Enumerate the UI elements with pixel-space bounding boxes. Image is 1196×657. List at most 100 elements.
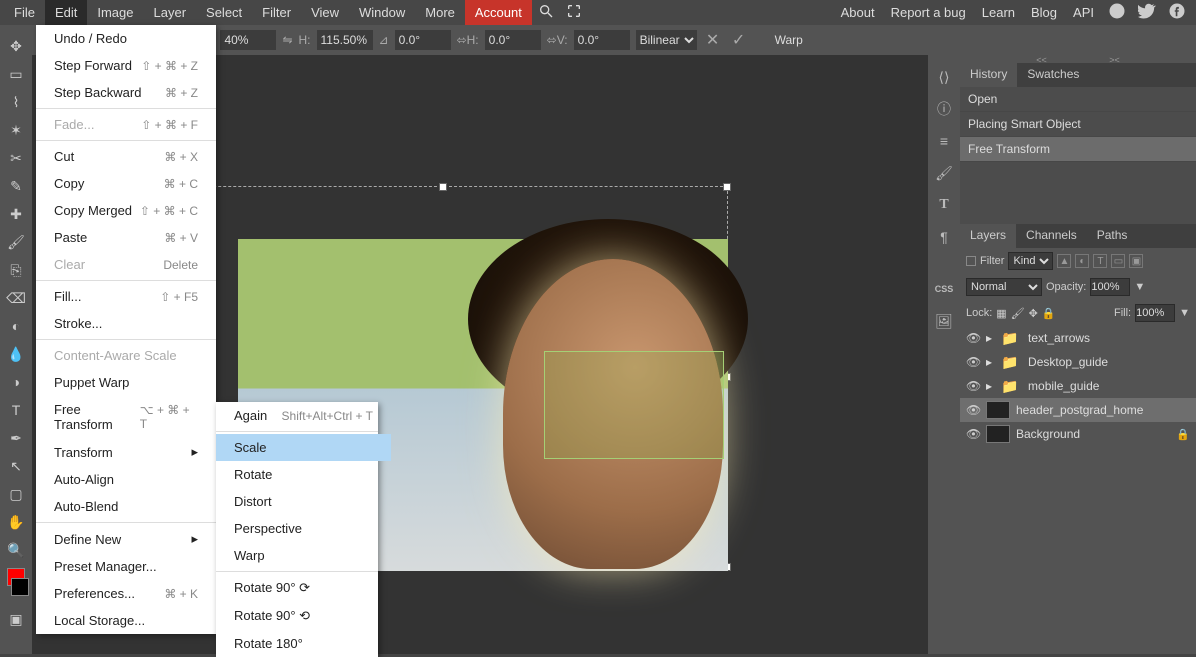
tab-paths[interactable]: Paths: [1087, 224, 1138, 248]
transform-menu-item[interactable]: Perspective: [216, 515, 391, 542]
layer-visibility-icon[interactable]: 👁: [966, 403, 980, 417]
pen-tool-icon[interactable]: ✒: [2, 425, 30, 451]
link-api[interactable]: API: [1065, 0, 1102, 25]
lock-paint-icon[interactable]: 🖌: [1011, 307, 1025, 320]
clone-tool-icon[interactable]: ⎘: [2, 257, 30, 283]
layer-visibility-icon[interactable]: 👁: [966, 331, 980, 345]
edit-menu-item[interactable]: Content-Aware Scale: [36, 342, 216, 369]
paragraph-panel-icon[interactable]: ¶: [932, 225, 956, 249]
edit-menu-item[interactable]: Step Forward⇧ + ⌘ + Z: [36, 52, 216, 79]
edit-menu-item[interactable]: Fade...⇧ + ⌘ + F: [36, 111, 216, 138]
link-learn[interactable]: Learn: [974, 0, 1023, 25]
edit-menu-item[interactable]: Undo / Redo: [36, 25, 216, 52]
menu-window[interactable]: Window: [349, 0, 415, 25]
layer-row[interactable]: 👁Background🔒: [960, 422, 1196, 446]
transform-menu-item[interactable]: Rotate 180°: [216, 630, 391, 657]
handle-n[interactable]: [439, 183, 447, 191]
layer-visibility-icon[interactable]: 👁: [966, 379, 980, 393]
align-panel-icon[interactable]: ≡: [932, 129, 956, 153]
layer-name[interactable]: Background: [1016, 427, 1080, 441]
menu-view[interactable]: View: [301, 0, 349, 25]
crop-tool-icon[interactable]: ✂: [2, 145, 30, 171]
brush-tool-icon[interactable]: 🖌: [2, 229, 30, 255]
menu-more[interactable]: More: [415, 0, 465, 25]
edit-menu-item[interactable]: Stroke...: [36, 310, 216, 337]
move-tool-icon[interactable]: ✥: [2, 33, 30, 59]
layer-name[interactable]: Desktop_guide: [1028, 355, 1108, 369]
height-input[interactable]: [317, 30, 373, 50]
fill-flyout-icon[interactable]: ▼: [1179, 307, 1190, 319]
layer-row[interactable]: 👁header_postgrad_home: [960, 398, 1196, 422]
tab-layers[interactable]: Layers: [960, 224, 1016, 248]
transform-menu-item[interactable]: Rotate 90° ⟲: [216, 602, 391, 630]
thumbnail-panel-icon[interactable]: 🖼: [932, 309, 956, 333]
strip-collapse-icon[interactable]: ⟨⟩: [932, 65, 956, 89]
lock-move-icon[interactable]: ✥: [1029, 307, 1038, 320]
info-panel-icon[interactable]: ⓘ: [932, 97, 956, 121]
search-icon[interactable]: [532, 0, 560, 26]
filter-type-icons[interactable]: ▲ ◐ T ▭ ▣: [1057, 254, 1143, 268]
history-item[interactable]: Free Transform: [960, 137, 1196, 162]
path-select-tool-icon[interactable]: ↖: [2, 453, 30, 479]
layer-row[interactable]: 👁▸📁text_arrows: [960, 326, 1196, 350]
link-about[interactable]: About: [833, 0, 883, 25]
rect-select-tool-icon[interactable]: ▭: [2, 61, 30, 87]
edit-menu-item[interactable]: Auto-Align: [36, 466, 216, 493]
fullscreen-icon[interactable]: [560, 0, 588, 26]
filter-type-icon[interactable]: T: [1093, 254, 1107, 268]
layer-thumbnail[interactable]: [986, 401, 1010, 419]
edit-menu-item[interactable]: Local Storage...: [36, 607, 216, 634]
transform-menu-item[interactable]: AgainShift+Alt+Ctrl + T: [216, 402, 391, 429]
css-panel-icon[interactable]: CSS: [932, 277, 956, 301]
layer-row[interactable]: 👁▸📁Desktop_guide: [960, 350, 1196, 374]
filter-pixel-icon[interactable]: ▲: [1057, 254, 1071, 268]
menu-file[interactable]: File: [4, 0, 45, 25]
layer-name[interactable]: text_arrows: [1028, 331, 1090, 345]
facebook-icon[interactable]: [1162, 0, 1192, 27]
transform-menu-item[interactable]: Rotate 90° ⟳: [216, 574, 391, 602]
menu-filter[interactable]: Filter: [252, 0, 301, 25]
character-panel-icon[interactable]: T: [932, 193, 956, 217]
handle-ne[interactable]: [723, 183, 731, 191]
dodge-tool-icon[interactable]: ◑: [2, 369, 30, 395]
transform-menu-item[interactable]: Rotate: [216, 461, 391, 488]
edit-menu-item[interactable]: Fill...⇧ + F5: [36, 283, 216, 310]
filter-toggle[interactable]: [966, 256, 976, 266]
hand-tool-icon[interactable]: ✋: [2, 509, 30, 535]
lock-all-icon[interactable]: 🔒: [1042, 307, 1056, 320]
menu-select[interactable]: Select: [196, 0, 252, 25]
menu-layer[interactable]: Layer: [144, 0, 197, 25]
edit-menu-item[interactable]: Step Backward⌘ + Z: [36, 79, 216, 106]
wand-tool-icon[interactable]: ✶: [2, 117, 30, 143]
edit-menu-item[interactable]: Copy⌘ + C: [36, 170, 216, 197]
commit-transform-icon[interactable]: ✓: [729, 30, 749, 50]
link-blog[interactable]: Blog: [1023, 0, 1065, 25]
transform-menu-item[interactable]: Distort: [216, 488, 391, 515]
lasso-tool-icon[interactable]: ⌇: [2, 89, 30, 115]
folder-toggle-icon[interactable]: ▸: [986, 331, 992, 345]
edit-menu-item[interactable]: Preset Manager...: [36, 553, 216, 580]
tab-channels[interactable]: Channels: [1016, 224, 1087, 248]
transform-menu-item[interactable]: Scale: [216, 434, 391, 461]
filter-smart-icon[interactable]: ▣: [1129, 254, 1143, 268]
filter-adjust-icon[interactable]: ◐: [1075, 254, 1089, 268]
panel-collapse-icon[interactable]: << ><: [960, 55, 1196, 63]
layer-row[interactable]: 👁▸📁mobile_guide: [960, 374, 1196, 398]
link-wh-icon[interactable]: ⇋: [282, 33, 292, 47]
lock-trans-icon[interactable]: ▦: [996, 307, 1006, 320]
edit-menu-item[interactable]: Preferences...⌘ + K: [36, 580, 216, 607]
reddit-icon[interactable]: [1102, 0, 1132, 27]
skew-v-input[interactable]: [574, 30, 630, 50]
edit-menu-item[interactable]: Free Transform⌥ + ⌘ + T: [36, 396, 216, 438]
cancel-transform-icon[interactable]: ✕: [703, 30, 723, 50]
zoom-tool-icon[interactable]: 🔍: [2, 537, 30, 563]
history-item[interactable]: Placing Smart Object: [960, 112, 1196, 137]
brush-panel-icon[interactable]: 🖌: [932, 161, 956, 185]
filter-kind-select[interactable]: Kind: [1008, 252, 1053, 270]
gradient-tool-icon[interactable]: ◐: [2, 313, 30, 339]
link-report-bug[interactable]: Report a bug: [883, 0, 974, 25]
tab-swatches[interactable]: Swatches: [1017, 63, 1089, 87]
edit-menu-item[interactable]: Auto-Blend: [36, 493, 216, 520]
quickmask-icon[interactable]: ▣: [2, 606, 30, 632]
blur-tool-icon[interactable]: 💧: [2, 341, 30, 367]
